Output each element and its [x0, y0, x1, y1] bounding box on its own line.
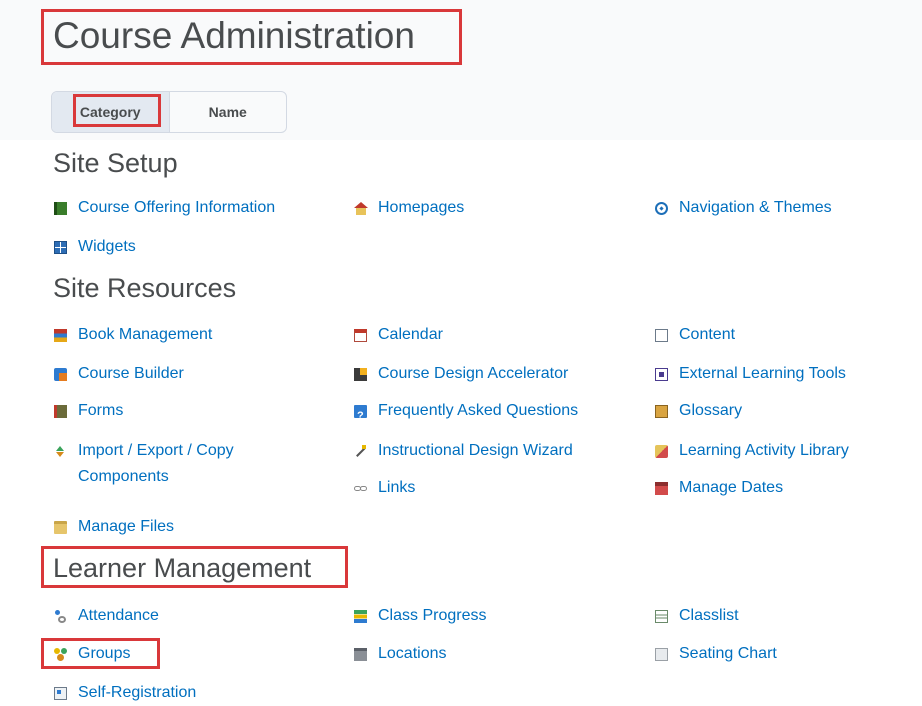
link-label: Locations — [378, 645, 447, 662]
link-course-offering-information[interactable]: Course Offering Information — [54, 195, 275, 221]
link-label: Manage Dates — [679, 479, 784, 496]
widgets-icon — [54, 241, 67, 254]
link-label: Links — [378, 479, 416, 496]
link-seating-chart[interactable]: Seating Chart — [655, 641, 777, 667]
import-export-icon — [54, 445, 67, 458]
class-progress-icon — [354, 610, 367, 623]
link-label: Content — [679, 326, 736, 343]
link-label: Glossary — [679, 402, 743, 419]
link-label: Course Offering Information — [78, 199, 276, 216]
link-label: External Learning Tools — [679, 365, 846, 382]
section-heading-site-resources: Site Resources — [53, 273, 237, 303]
locations-icon — [354, 648, 367, 661]
link-label: Forms — [78, 402, 124, 419]
toggle-category-button[interactable]: Category — [52, 92, 170, 132]
link-icon — [354, 482, 367, 495]
seating-chart-icon — [655, 648, 668, 661]
link-label: Course Builder — [78, 365, 184, 382]
link-label: Class Progress — [378, 607, 487, 624]
faq-icon — [354, 403, 367, 429]
books-icon — [54, 329, 67, 342]
section-heading-site-setup: Site Setup — [53, 148, 178, 178]
link-label: Learning Activity Library — [679, 442, 849, 459]
link-locations[interactable]: Locations — [354, 641, 447, 667]
view-toggle: Category Name — [51, 91, 287, 133]
link-label: Book Management — [78, 326, 213, 343]
forms-icon — [54, 405, 67, 418]
link-label: Widgets — [78, 238, 136, 255]
link-label: Groups — [78, 645, 131, 662]
link-book-management[interactable]: Book Management — [54, 322, 212, 348]
link-widgets[interactable]: Widgets — [54, 234, 136, 260]
link-label: Attendance — [78, 607, 159, 624]
link-label: Import / Export / Copy Components — [78, 442, 234, 485]
attendance-icon — [54, 610, 67, 623]
compass-icon — [655, 202, 668, 215]
link-label: Manage Files — [78, 518, 175, 535]
page-title: Course Administration — [53, 15, 415, 56]
link-instructional-design-wizard[interactable]: Instructional Design Wizard — [354, 438, 573, 464]
toggle-name-button[interactable]: Name — [170, 92, 287, 132]
link-calendar[interactable]: Calendar — [354, 322, 443, 348]
link-class-progress[interactable]: Class Progress — [354, 603, 486, 629]
wand-icon — [354, 445, 367, 458]
link-groups[interactable]: Groups — [54, 641, 130, 667]
accelerator-icon — [354, 368, 367, 381]
self-registration-icon — [54, 687, 67, 700]
link-label: Calendar — [378, 326, 443, 343]
link-label: Seating Chart — [679, 645, 777, 662]
link-content[interactable]: Content — [655, 322, 735, 348]
content-book-icon — [655, 329, 668, 342]
classlist-icon — [655, 610, 668, 623]
link-label: Classlist — [679, 607, 739, 624]
activity-library-icon — [655, 445, 668, 458]
link-navigation-themes[interactable]: Navigation & Themes — [655, 195, 832, 221]
calendar-icon — [354, 329, 367, 342]
course-builder-icon — [54, 368, 67, 381]
section-heading-learner-management: Learner Management — [53, 553, 312, 583]
link-label: Instructional Design Wizard — [378, 442, 573, 459]
link-homepages[interactable]: Homepages — [354, 195, 464, 221]
folder-icon — [54, 521, 67, 534]
link-label: Frequently Asked Questions — [378, 402, 579, 419]
link-learning-activity-library[interactable]: Learning Activity Library — [655, 438, 849, 464]
link-self-registration[interactable]: Self-Registration — [54, 680, 196, 706]
link-external-learning-tools[interactable]: External Learning Tools — [655, 361, 846, 387]
glossary-icon — [655, 405, 668, 418]
link-faq[interactable]: Frequently Asked Questions — [354, 398, 579, 429]
link-links[interactable]: Links — [354, 475, 415, 501]
link-label: Self-Registration — [78, 684, 197, 701]
link-manage-files[interactable]: Manage Files — [54, 514, 174, 540]
link-classlist[interactable]: Classlist — [655, 603, 739, 629]
external-tools-icon — [655, 368, 668, 381]
link-course-builder[interactable]: Course Builder — [54, 361, 184, 387]
manage-dates-icon — [655, 482, 668, 495]
link-manage-dates[interactable]: Manage Dates — [655, 475, 783, 501]
book-icon — [54, 202, 67, 215]
link-label: Homepages — [378, 199, 465, 216]
link-forms[interactable]: Forms — [54, 398, 123, 424]
link-label: Navigation & Themes — [679, 199, 832, 216]
link-course-design-accelerator[interactable]: Course Design Accelerator — [354, 361, 568, 387]
link-attendance[interactable]: Attendance — [54, 603, 159, 629]
link-import-export-copy[interactable]: Import / Export / Copy Components — [54, 438, 308, 490]
link-label: Course Design Accelerator — [378, 365, 569, 382]
groups-icon — [54, 648, 67, 661]
home-icon — [354, 202, 368, 215]
link-glossary[interactable]: Glossary — [655, 398, 742, 424]
